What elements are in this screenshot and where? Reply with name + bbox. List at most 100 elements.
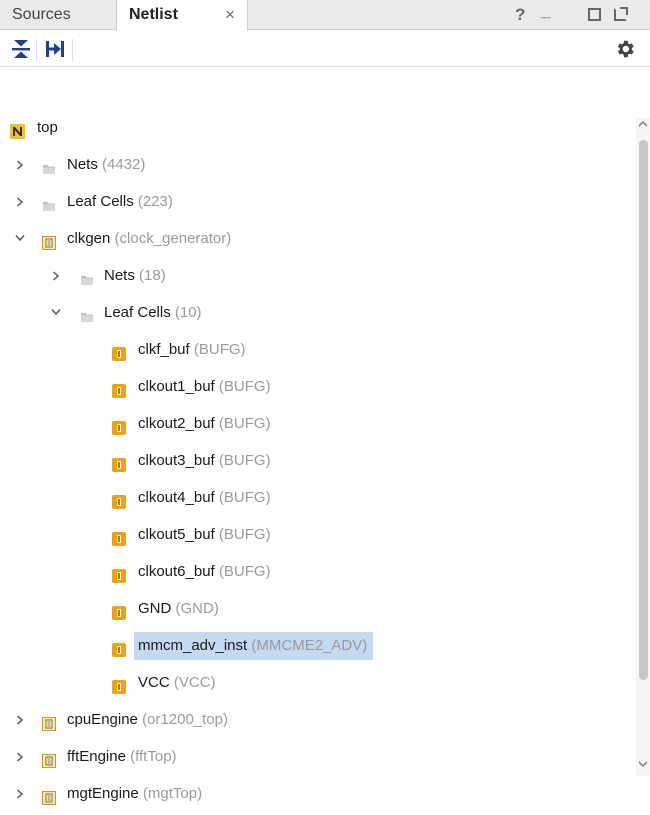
tree-node-detail: (or1200_top) xyxy=(142,711,228,728)
tree-row-label: cpuEngine (or1200_top) xyxy=(67,706,228,734)
tree-row-label: mmcm_adv_inst (MMCME2_ADV) xyxy=(134,632,374,660)
toolbar-separator xyxy=(36,39,37,61)
tree-node-detail: (BUFG) xyxy=(218,563,271,580)
tree-row[interactable]: Leaf Cells (10) xyxy=(0,299,636,327)
cell-icon xyxy=(112,602,126,620)
tree-row[interactable]: GND (GND) xyxy=(0,595,636,623)
tree-node-name: mgtEngine xyxy=(67,785,139,802)
tree-row-label: clkout3_buf (BUFG) xyxy=(138,447,271,475)
chevron-right-icon[interactable] xyxy=(52,262,62,290)
vertical-scrollbar[interactable] xyxy=(636,118,650,776)
scrollbar-thumb[interactable] xyxy=(639,140,648,680)
chevron-down-icon[interactable] xyxy=(51,299,61,327)
tree-row-label: clkout5_buf (BUFG) xyxy=(138,521,271,549)
netlist-toolbar xyxy=(0,31,650,67)
tree-row-label: GND (GND) xyxy=(138,595,219,623)
tree-node-name: Nets xyxy=(67,156,98,173)
tree-row[interactable]: clkgen (clock_generator) xyxy=(0,225,636,253)
close-tab-icon[interactable]: × xyxy=(225,0,235,30)
tree-row-label: mgtEngine (mgtTop) xyxy=(67,780,202,808)
expand-all-icon[interactable] xyxy=(44,38,66,60)
tree-node-name: clkout5_buf xyxy=(138,526,215,543)
folder-icon xyxy=(80,306,94,322)
collapse-all-icon[interactable] xyxy=(10,38,32,60)
tree-node-name: fftEngine xyxy=(67,748,126,765)
chevron-right-icon[interactable] xyxy=(16,188,26,216)
tab-sources-label: Sources xyxy=(12,6,71,23)
tree-row[interactable]: clkout5_buf (BUFG) xyxy=(0,521,636,549)
tree-node-detail: (BUFG) xyxy=(218,378,271,395)
toolbar-separator xyxy=(72,39,73,61)
tree-row-label: Leaf Cells (10) xyxy=(104,299,202,327)
tree-row-label: top xyxy=(37,114,58,142)
cell-icon xyxy=(112,565,126,583)
tree-node-name: Leaf Cells xyxy=(104,304,171,321)
tree-node-name: Leaf Cells xyxy=(67,193,134,210)
tree-row[interactable]: Nets (4432) xyxy=(0,151,636,179)
tree-row-label: VCC (VCC) xyxy=(138,669,216,697)
gear-icon[interactable] xyxy=(614,38,636,60)
tree-row[interactable]: clkout3_buf (BUFG) xyxy=(0,447,636,475)
tree-row[interactable]: clkout2_buf (BUFG) xyxy=(0,410,636,438)
module-icon xyxy=(42,713,56,731)
cell-icon xyxy=(112,639,126,657)
minimize-icon[interactable]: _ xyxy=(541,0,550,26)
tree-row-label: clkout4_buf (BUFG) xyxy=(138,484,271,512)
help-icon[interactable]: ? xyxy=(515,0,525,30)
tree-row[interactable]: clkf_buf (BUFG) xyxy=(0,336,636,364)
chevron-right-icon[interactable] xyxy=(16,151,26,179)
cell-icon xyxy=(112,454,126,472)
scroll-up-icon[interactable] xyxy=(638,120,648,128)
tree-row-label: Nets (18) xyxy=(104,262,166,290)
tree-node-name: clkf_buf xyxy=(138,341,190,358)
tree-row[interactable]: VCC (VCC) xyxy=(0,669,636,697)
module-icon xyxy=(42,750,56,768)
tree-node-detail: (BUFG) xyxy=(218,415,271,432)
chevron-down-icon[interactable] xyxy=(15,225,25,253)
tree-row-label: fftEngine (fftTop) xyxy=(67,743,177,771)
tree-node-name: clkout4_buf xyxy=(138,489,215,506)
tree-row[interactable]: Nets (18) xyxy=(0,262,636,290)
tree-node-name: clkout1_buf xyxy=(138,378,215,395)
cell-icon xyxy=(112,676,126,694)
tree-node-detail: (mgtTop) xyxy=(142,785,203,802)
tree-row[interactable]: top xyxy=(0,114,636,142)
tree-row[interactable]: clkout6_buf (BUFG) xyxy=(0,558,636,586)
tree-node-detail: (VCC) xyxy=(173,674,216,691)
tree-row-label: clkgen (clock_generator) xyxy=(67,225,231,253)
chevron-right-icon[interactable] xyxy=(16,706,26,734)
tree-row[interactable]: mgtEngine (mgtTop) xyxy=(0,780,636,808)
netlist-top-icon xyxy=(10,121,25,139)
tree-row-label: clkout6_buf (BUFG) xyxy=(138,558,271,586)
tree-node-detail: (fftTop) xyxy=(130,748,177,765)
chevron-right-icon[interactable] xyxy=(16,780,26,808)
tree-node-detail: (BUFG) xyxy=(218,489,271,506)
chevron-right-icon[interactable] xyxy=(16,743,26,771)
tree-row[interactable]: fftEngine (fftTop) xyxy=(0,743,636,771)
tab-netlist[interactable]: Netlist × xyxy=(116,0,248,31)
tree-node-name: top xyxy=(37,119,58,136)
tree-node-name: clkout3_buf xyxy=(138,452,215,469)
maximize-icon[interactable] xyxy=(588,8,601,21)
folder-icon xyxy=(42,158,56,174)
tree-node-detail: (4432) xyxy=(102,156,146,173)
netlist-tree: top Nets (4432) Leaf Cells (223) clkgen (c… xyxy=(0,118,636,805)
scroll-down-icon[interactable] xyxy=(638,760,648,768)
tree-row[interactable]: clkout4_buf (BUFG) xyxy=(0,484,636,512)
float-window-icon[interactable] xyxy=(614,7,628,21)
cell-icon xyxy=(112,491,126,509)
tab-sources[interactable]: Sources xyxy=(0,0,83,30)
tree-node-detail: (18) xyxy=(139,267,166,284)
tree-row-selected[interactable]: mmcm_adv_inst (MMCME2_ADV) xyxy=(0,632,636,660)
tree-row[interactable]: cpuEngine (or1200_top) xyxy=(0,706,636,734)
tree-node-name: clkout6_buf xyxy=(138,563,215,580)
tree-row-label: Nets (4432) xyxy=(67,151,145,179)
folder-icon xyxy=(80,269,94,285)
tree-row[interactable]: Leaf Cells (223) xyxy=(0,188,636,216)
tree-node-name: mmcm_adv_inst xyxy=(138,637,248,654)
module-icon xyxy=(42,787,56,805)
tree-node-detail: (clock_generator) xyxy=(114,230,232,247)
tree-node-detail: (BUFG) xyxy=(193,341,246,358)
tree-row[interactable]: clkout1_buf (BUFG) xyxy=(0,373,636,401)
tab-bar: Sources Netlist × ? _ xyxy=(0,0,650,31)
